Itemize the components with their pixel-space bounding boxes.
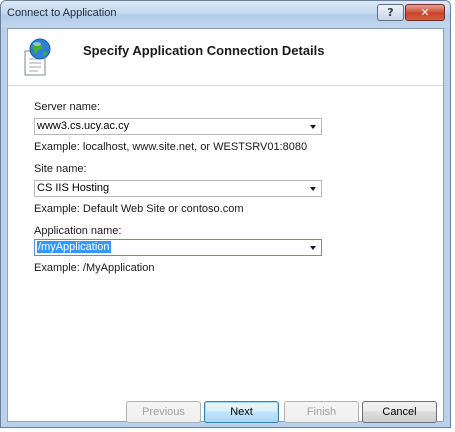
help-button[interactable]: ? (377, 4, 404, 21)
server-name-example: Example: localhost, www.site.net, or WES… (34, 141, 308, 153)
cancel-button[interactable]: Cancel (362, 401, 437, 423)
site-name-example: Example: Default Web Site or contoso.com (34, 203, 244, 215)
server-name-label: Server name: (34, 101, 101, 113)
application-name-example: Example: /MyApplication (34, 262, 155, 274)
title-bar[interactable]: Connect to Application ? ✕ (1, 1, 450, 27)
finish-button[interactable]: Finish (284, 401, 359, 423)
chevron-down-icon[interactable] (310, 125, 316, 129)
application-name-label: Application name: (34, 225, 122, 237)
dialog-content: Specify Application Connection Details S… (7, 28, 444, 423)
site-name-combo[interactable]: CS IIS Hosting (34, 180, 322, 197)
dialog-window: Connect to Application ? ✕ Specify Appli… (0, 0, 451, 428)
close-button[interactable]: ✕ (405, 4, 445, 21)
site-name-label: Site name: (34, 163, 87, 175)
next-button[interactable]: Next (204, 401, 279, 423)
server-name-combo[interactable]: www3.cs.ucy.ac.cy (34, 118, 322, 135)
window-title: Connect to Application (7, 7, 117, 19)
chevron-down-icon[interactable] (310, 246, 316, 250)
application-name-combo[interactable]: /myApplication (34, 239, 322, 256)
site-name-value[interactable]: CS IIS Hosting (37, 182, 109, 194)
previous-button[interactable]: Previous (126, 401, 201, 423)
globe-document-icon (24, 38, 51, 76)
page-title: Specify Application Connection Details (83, 43, 325, 58)
server-name-value[interactable]: www3.cs.ucy.ac.cy (37, 120, 129, 132)
chevron-down-icon[interactable] (310, 187, 316, 191)
application-name-value[interactable]: /myApplication (37, 241, 111, 253)
wizard-header: Specify Application Connection Details (8, 29, 443, 86)
